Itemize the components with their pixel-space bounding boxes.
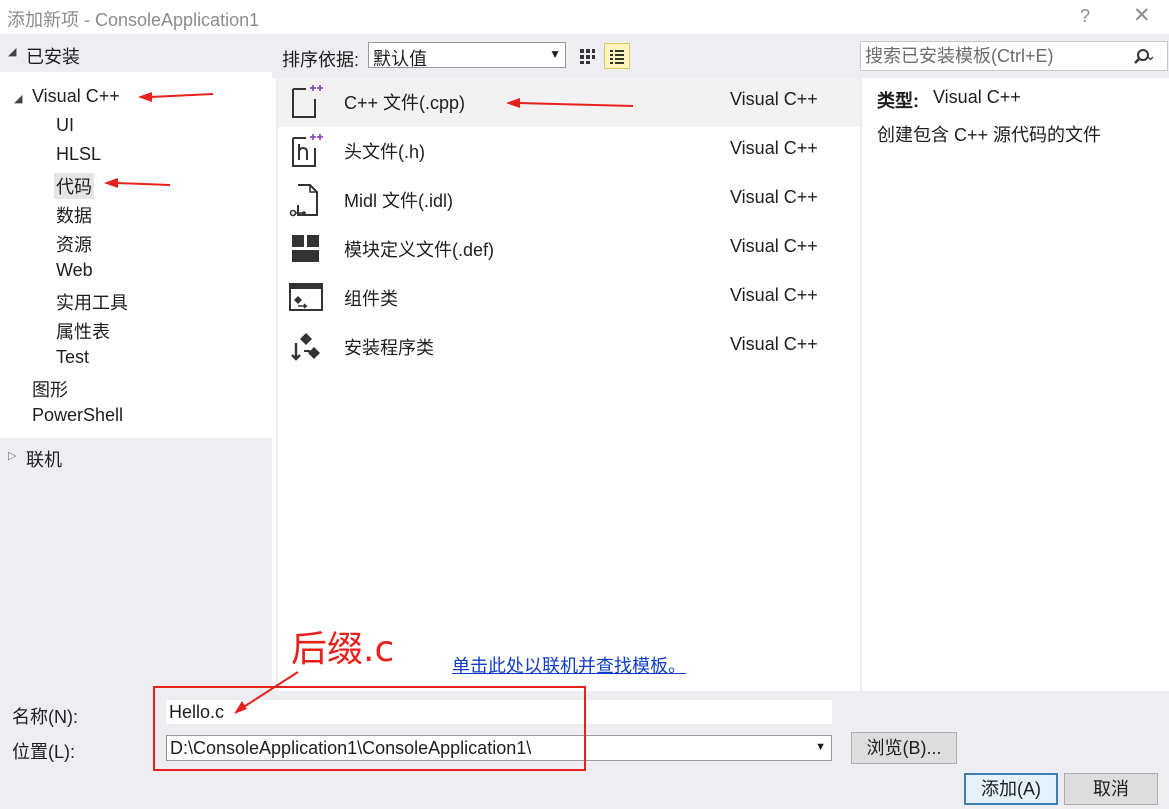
online-templates-link[interactable]: 单击此处以联机并查找模板。 xyxy=(452,652,686,678)
chevron-down-icon: ▼ xyxy=(815,741,826,753)
component-class-icon xyxy=(289,283,323,311)
tree-item-utility[interactable]: 实用工具 xyxy=(56,289,128,315)
tree-item-web[interactable]: Web xyxy=(56,260,93,281)
installed-node[interactable]: ◢ 已安装 xyxy=(0,34,272,72)
installed-tree: ◢ Visual C++ UI HLSL 代码 数据 资源 Web 实用工具 属… xyxy=(0,72,272,438)
tree-item-graphics[interactable]: 图形 xyxy=(32,376,68,402)
template-list: C++ 文件(.cpp) Visual C++ 头文件(.h) Visual C… xyxy=(278,78,860,691)
help-button[interactable]: ? xyxy=(1080,6,1090,27)
title-bar: 添加新项 - ConsoleApplication1 ? ✕ xyxy=(0,0,1169,34)
def-file-icon xyxy=(292,235,319,262)
annotation-text: 后缀.c xyxy=(291,629,395,670)
online-node[interactable]: ▷ 联机 xyxy=(0,444,272,470)
template-row-def[interactable]: 模块定义文件(.def) Visual C++ xyxy=(278,225,860,274)
template-name: Midl 文件(.idl) xyxy=(344,191,454,211)
template-details: 类型: Visual C++ 创建包含 C++ 源代码的文件 xyxy=(862,78,1169,691)
template-name: 头文件(.h) xyxy=(344,142,425,162)
name-label: 名称(N): xyxy=(12,707,78,727)
tree-item-ui[interactable]: UI xyxy=(56,115,74,136)
template-language: Visual C++ xyxy=(730,89,818,109)
tree-item-code[interactable]: 代码 xyxy=(54,173,94,199)
type-label: 类型: xyxy=(877,91,919,111)
template-language: Visual C++ xyxy=(730,334,818,354)
installer-class-icon xyxy=(291,333,320,361)
close-button[interactable]: ✕ xyxy=(1133,3,1151,28)
tree-item-resource[interactable]: 资源 xyxy=(56,231,92,257)
template-name: 组件类 xyxy=(344,289,398,309)
sort-dropdown[interactable]: 默认值 ▼ xyxy=(368,42,566,69)
template-row-cpp[interactable]: C++ 文件(.cpp) Visual C++ xyxy=(278,78,860,127)
tree-item-hlsl[interactable]: HLSL xyxy=(56,144,101,165)
chevron-down-icon: ▼ xyxy=(549,47,561,61)
tree-item-property-sheet[interactable]: 属性表 xyxy=(56,318,110,344)
template-row-installer[interactable]: 安装程序类 Visual C++ xyxy=(278,323,860,372)
template-tree-pane: ◢ 已安装 ◢ Visual C++ UI HLSL 代码 数据 资源 Web … xyxy=(0,34,272,691)
installed-label: 已安装 xyxy=(26,47,80,67)
expanded-arrow-icon: ◢ xyxy=(8,46,17,58)
collapsed-arrow-icon: ▷ xyxy=(8,450,17,462)
template-language: Visual C++ xyxy=(730,285,818,305)
template-row-header[interactable]: 头文件(.h) Visual C++ xyxy=(278,127,860,176)
search-box[interactable] xyxy=(860,41,1168,71)
tree-item-data[interactable]: 数据 xyxy=(56,202,92,228)
search-icon[interactable] xyxy=(1131,46,1153,68)
template-name: 安装程序类 xyxy=(344,338,434,358)
list-view-icon xyxy=(610,50,624,64)
cpp-file-icon xyxy=(292,85,323,118)
template-language: Visual C++ xyxy=(730,187,818,207)
list-view-button[interactable] xyxy=(604,43,630,69)
search-input[interactable] xyxy=(865,44,1125,68)
small-icons-view-button[interactable] xyxy=(574,43,600,69)
tree-item-test[interactable]: Test xyxy=(56,347,89,368)
tree-item-powershell[interactable]: PowerShell xyxy=(32,405,123,426)
add-button[interactable]: 添加(A) xyxy=(964,773,1058,805)
browse-button[interactable]: 浏览(B)... xyxy=(851,732,957,764)
sort-value: 默认值 xyxy=(373,49,427,69)
tree-item-visual-cpp[interactable]: Visual C++ xyxy=(32,86,120,107)
toolbar: 排序依据: 默认值 ▼ xyxy=(272,34,1169,78)
template-row-component[interactable]: 组件类 Visual C++ xyxy=(278,274,860,323)
template-row-idl[interactable]: Midl 文件(.idl) Visual C++ xyxy=(278,176,860,225)
grid-view-icon xyxy=(580,49,595,64)
header-file-icon xyxy=(292,134,323,167)
location-label: 位置(L): xyxy=(12,742,75,762)
type-value: Visual C++ xyxy=(933,87,1021,107)
annotation-box xyxy=(153,686,586,771)
online-label: 联机 xyxy=(26,450,62,470)
template-description: 创建包含 C++ 源代码的文件 xyxy=(877,125,1102,145)
idl-file-icon xyxy=(289,184,318,217)
template-language: Visual C++ xyxy=(730,236,818,256)
window-title: 添加新项 - ConsoleApplication1 xyxy=(7,10,260,30)
template-language: Visual C++ xyxy=(730,138,818,158)
expanded-arrow-icon[interactable]: ◢ xyxy=(14,92,22,105)
cancel-button[interactable]: 取消 xyxy=(1064,773,1158,805)
template-name: C++ 文件(.cpp) xyxy=(344,93,466,113)
template-name: 模块定义文件(.def) xyxy=(344,240,495,260)
sort-label: 排序依据: xyxy=(282,50,360,70)
